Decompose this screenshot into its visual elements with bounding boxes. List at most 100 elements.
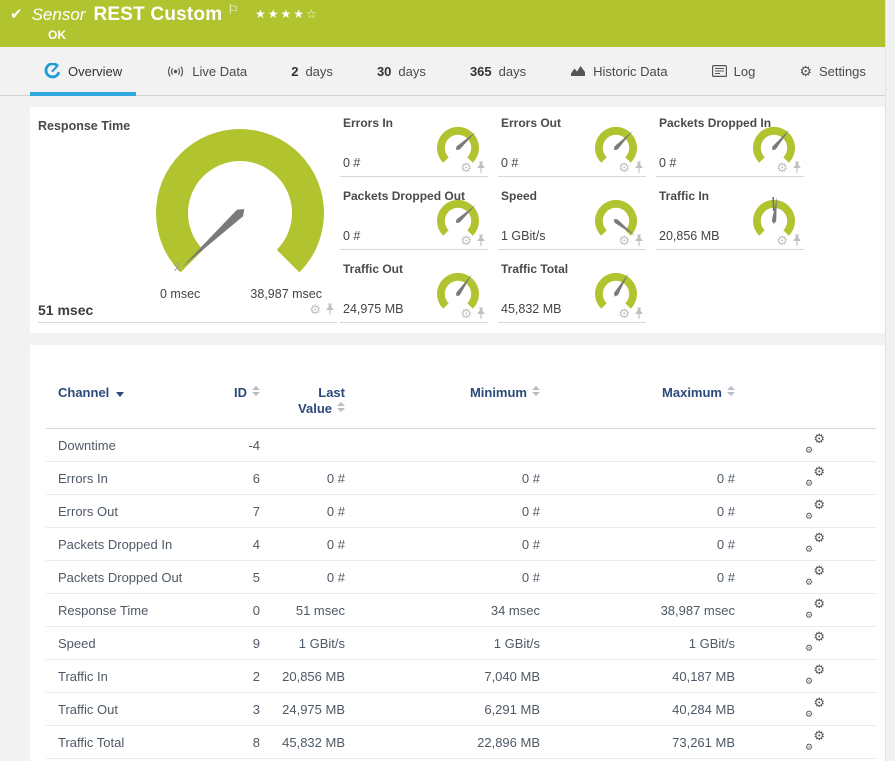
cell-id: 4	[215, 537, 260, 552]
flag-icon[interactable]: ⚐	[227, 2, 239, 18]
tab-365-days[interactable]: 365 days	[456, 47, 540, 95]
channel-settings-icon[interactable]: ⚙⚙	[805, 568, 825, 585]
sort-icon	[727, 386, 735, 396]
cell-id: 2	[215, 669, 260, 684]
gauge-settings-icon[interactable]: ⚙	[618, 161, 630, 174]
table-row[interactable]: Speed 9 1 GBit/s 1 GBit/s 1 GBit/s ⚙⚙	[30, 627, 886, 660]
cell-maximum: 38,987 msec	[540, 603, 735, 618]
column-header-minimum[interactable]: Minimum	[345, 385, 540, 417]
pin-icon[interactable]	[792, 161, 802, 174]
gauge-packets-dropped-in[interactable]: Packets Dropped In 0 # ⚙	[656, 108, 804, 177]
table-row[interactable]: Packets Dropped Out 5 0 # 0 # 0 # ⚙⚙	[30, 561, 886, 594]
cell-maximum: 0 #	[540, 471, 735, 486]
pin-icon[interactable]	[634, 161, 644, 174]
gauge-settings-icon[interactable]: ⚙	[460, 234, 472, 247]
cell-minimum: 1 GBit/s	[345, 636, 540, 651]
cell-last-value: 1 GBit/s	[260, 636, 345, 651]
channel-settings-icon[interactable]: ⚙⚙	[805, 700, 825, 717]
gauge-settings-icon[interactable]: ⚙	[309, 303, 321, 316]
cell-last-value: 0 #	[260, 570, 345, 585]
table-row[interactable]: Traffic Total 8 45,832 MB 22,896 MB 73,2…	[30, 726, 886, 759]
cell-channel: Traffic Out	[30, 702, 215, 717]
pin-icon[interactable]	[792, 234, 802, 247]
tab-2-days[interactable]: 2 days	[277, 47, 347, 95]
table-row[interactable]: Errors In 6 0 # 0 # 0 # ⚙⚙	[30, 462, 886, 495]
pin-icon[interactable]	[325, 303, 335, 316]
column-header-channel[interactable]: Channel	[30, 385, 215, 417]
tab-30-days[interactable]: 30 days	[363, 47, 440, 95]
gauge-settings-icon[interactable]: ⚙	[460, 307, 472, 320]
gauge-packets-dropped-out[interactable]: Packets Dropped Out 0 # ⚙	[340, 181, 488, 250]
cell-last-value: 45,832 MB	[260, 735, 345, 750]
gauges-panel: Response Time x̄ 0 msec 38,987 msec 51 m…	[30, 107, 886, 333]
vertical-scrollbar[interactable]	[885, 0, 895, 761]
channel-settings-icon[interactable]: ⚙⚙	[805, 733, 825, 750]
pin-icon[interactable]	[634, 307, 644, 320]
status-badge: OK	[48, 28, 66, 42]
sort-icon	[337, 402, 345, 412]
gauge-errors-out[interactable]: Errors Out 0 # ⚙	[498, 108, 646, 177]
cell-minimum: 7,040 MB	[345, 669, 540, 684]
table-row[interactable]: Traffic Out 3 24,975 MB 6,291 MB 40,284 …	[30, 693, 886, 726]
cell-channel: Response Time	[30, 603, 215, 618]
gauge-min-label: 0 msec	[160, 287, 200, 301]
priority-stars[interactable]: ★★★★☆	[255, 7, 319, 21]
tab-live-data[interactable]: Live Data	[152, 47, 261, 95]
channel-settings-icon[interactable]: ⚙⚙	[805, 667, 825, 684]
table-row[interactable]: Downtime -4 ⚙⚙	[30, 429, 886, 462]
channel-settings-icon[interactable]: ⚙⚙	[805, 469, 825, 486]
channel-settings-icon[interactable]: ⚙⚙	[805, 502, 825, 519]
gauge-traffic-out[interactable]: Traffic Out 24,975 MB ⚙	[340, 254, 488, 323]
column-header-last-value[interactable]: Last Value	[260, 385, 345, 417]
historic-icon	[570, 65, 586, 77]
gauge-traffic-in[interactable]: Traffic In 20,856 MB ⚙	[656, 181, 804, 250]
gauge-errors-in[interactable]: Errors In 0 # ⚙	[340, 108, 488, 177]
channel-settings-icon[interactable]: ⚙⚙	[805, 535, 825, 552]
gauge-current-value: 20,856 MB	[659, 229, 719, 243]
gauge-settings-icon[interactable]: ⚙	[460, 161, 472, 174]
gauge-traffic-total[interactable]: Traffic Total 45,832 MB ⚙	[498, 254, 646, 323]
gauge-max-label: 38,987 msec	[250, 287, 322, 301]
gauge-settings-icon[interactable]: ⚙	[618, 234, 630, 247]
table-header: Channel ID Last Value Minimum Maximum	[30, 345, 886, 429]
pin-icon[interactable]	[476, 234, 486, 247]
channel-table: Channel ID Last Value Minimum Maximum Do…	[30, 345, 886, 761]
table-row[interactable]: Errors Out 7 0 # 0 # 0 # ⚙⚙	[30, 495, 886, 528]
cell-last-value: 0 #	[260, 504, 345, 519]
gauge-speed[interactable]: Speed 1 GBit/s ⚙	[498, 181, 646, 250]
cell-channel: Speed	[30, 636, 215, 651]
cell-id: 7	[215, 504, 260, 519]
gauge-settings-icon[interactable]: ⚙	[776, 234, 788, 247]
tab-overview[interactable]: Overview	[30, 47, 136, 95]
channel-settings-icon[interactable]: ⚙⚙	[805, 601, 825, 618]
gauge-settings-icon[interactable]: ⚙	[776, 161, 788, 174]
column-header-id[interactable]: ID	[215, 385, 260, 417]
table-row[interactable]: Response Time 0 51 msec 34 msec 38,987 m…	[30, 594, 886, 627]
cell-maximum: 0 #	[540, 504, 735, 519]
channel-settings-icon[interactable]: ⚙⚙	[805, 436, 825, 453]
table-row[interactable]: Traffic In 2 20,856 MB 7,040 MB 40,187 M…	[30, 660, 886, 693]
column-header-maximum[interactable]: Maximum	[540, 385, 735, 417]
cell-minimum: 6,291 MB	[345, 702, 540, 717]
tab-log[interactable]: Log	[698, 47, 770, 95]
pin-icon[interactable]	[476, 161, 486, 174]
pin-icon[interactable]	[476, 307, 486, 320]
pin-icon[interactable]	[634, 234, 644, 247]
cell-maximum: 0 #	[540, 537, 735, 552]
cell-id: 0	[215, 603, 260, 618]
table-row[interactable]: Packets Dropped In 4 0 # 0 # 0 # ⚙⚙	[30, 528, 886, 561]
gauge-response-time[interactable]: Response Time x̄ 0 msec 38,987 msec 51 m…	[38, 111, 337, 323]
gauge-current-value: 0 #	[343, 229, 360, 243]
sort-icon	[532, 386, 540, 396]
object-type-label: Sensor	[32, 5, 86, 25]
cell-maximum: 0 #	[540, 570, 735, 585]
channel-settings-icon[interactable]: ⚙⚙	[805, 634, 825, 651]
tab-settings[interactable]: ⚙ Settings	[785, 47, 880, 95]
gauge-current-value: 45,832 MB	[501, 302, 561, 316]
gauge-icon	[44, 63, 61, 79]
sensor-title: REST Custom	[93, 4, 222, 26]
gauge-settings-icon[interactable]: ⚙	[618, 307, 630, 320]
tab-historic-data[interactable]: Historic Data	[556, 47, 681, 95]
cell-minimum: 0 #	[345, 471, 540, 486]
sort-icon	[252, 386, 260, 396]
